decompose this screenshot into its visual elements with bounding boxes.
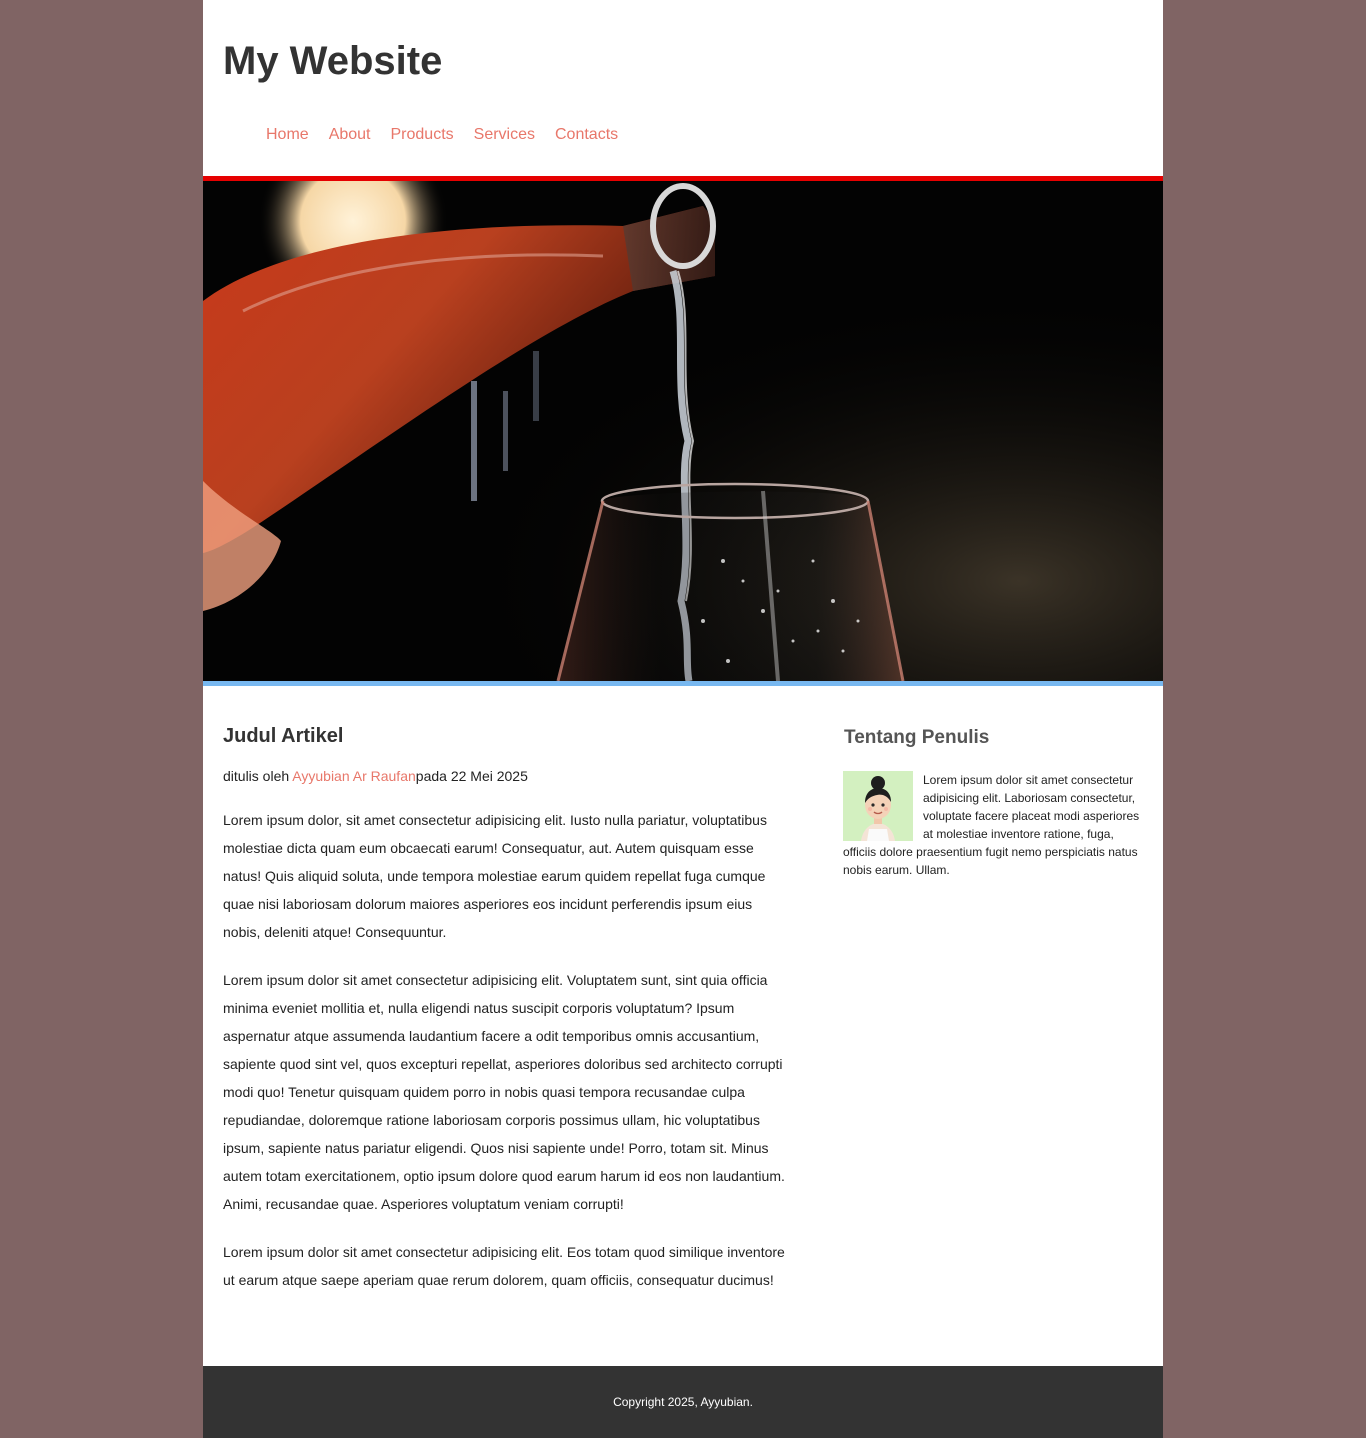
nav-link-about[interactable]: About xyxy=(319,124,381,146)
nav-item-contacts: Contacts xyxy=(545,124,628,146)
author-avatar xyxy=(843,771,913,841)
byline-prefix: ditulis oleh xyxy=(223,768,293,784)
avatar-illustration-icon xyxy=(843,771,913,841)
nav-item-products: Products xyxy=(381,124,464,146)
article-byline: ditulis oleh Ayyubian Ar Raufanpada 22 M… xyxy=(223,766,788,786)
nav-item-services: Services xyxy=(464,124,545,146)
byline-date: pada 22 Mei 2025 xyxy=(415,768,528,784)
article-paragraph-1: Lorem ipsum dolor, sit amet consectetur … xyxy=(223,812,767,940)
nav-item-about: About xyxy=(319,124,381,146)
site-title: My Website xyxy=(223,39,443,83)
article-title: Judul Artikel xyxy=(223,725,344,747)
article-paragraph-2: Lorem ipsum dolor sit amet consectetur a… xyxy=(223,972,785,1212)
sidebar: Tentang Penulis Lorem ipsum dolor sit am… xyxy=(843,724,1143,879)
nav-link-home[interactable]: Home xyxy=(256,124,319,146)
main-nav: Home About Products Services Contacts xyxy=(256,124,628,146)
nav-item-home: Home xyxy=(256,124,319,146)
site-header: My Website Home About Products Services … xyxy=(203,0,1163,176)
nav-link-services[interactable]: Services xyxy=(464,124,545,146)
article-paragraph-3: Lorem ipsum dolor sit amet consectetur a… xyxy=(223,1244,785,1288)
hero-image-wine-pour xyxy=(203,181,1163,681)
sidebar-title: Tentang Penulis xyxy=(844,727,990,748)
nav-link-products[interactable]: Products xyxy=(381,124,464,146)
author-bio-block: Lorem ipsum dolor sit amet consectetur a… xyxy=(843,771,1143,879)
nav-link-contacts[interactable]: Contacts xyxy=(545,124,628,146)
site-footer: Copyright 2025, Ayyubian. xyxy=(203,1366,1163,1438)
page-container: My Website Home About Products Services … xyxy=(203,0,1163,1438)
footer-copyright: Copyright 2025, Ayyubian. xyxy=(613,1395,753,1409)
author-link[interactable]: Ayyubian Ar Raufan xyxy=(292,768,416,784)
hero-banner xyxy=(203,176,1163,686)
article: Judul Artikel ditulis oleh Ayyubian Ar R… xyxy=(223,722,788,1314)
